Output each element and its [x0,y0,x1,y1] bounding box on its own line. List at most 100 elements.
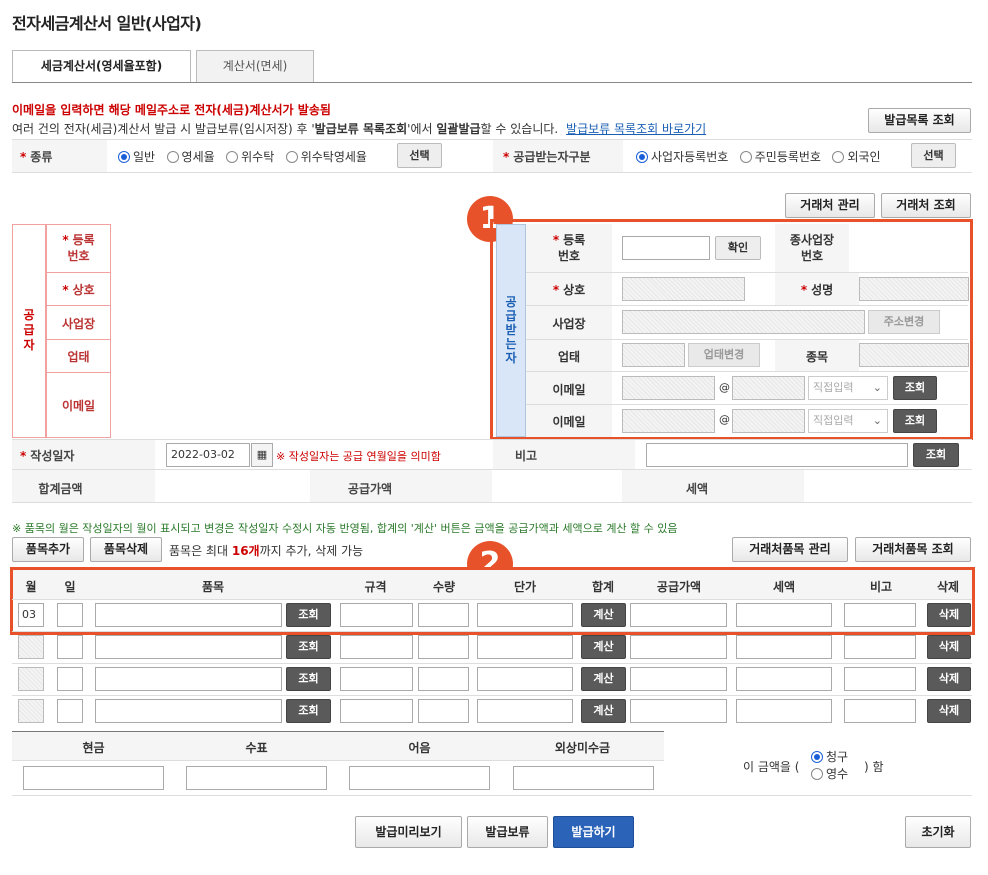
receiver-name-input[interactable] [622,277,745,301]
issue-list-button[interactable]: 발급목록 조회 [868,108,971,133]
item-spec-input[interactable] [340,667,413,691]
item-price-input[interactable] [477,635,573,659]
item-qty-input[interactable] [418,699,469,723]
item-calc-button[interactable]: 계산 [581,635,626,659]
item-remark-input[interactable] [844,699,916,723]
item-name-input[interactable] [95,635,282,659]
recv-type-radio-group[interactable]: 사업자등록번호 주민등록번호 외국인 [636,148,881,165]
item-spec-input[interactable] [340,699,413,723]
item-month-input[interactable] [18,699,44,723]
partner-item-search-button[interactable]: 거래처품목 조회 [855,537,971,562]
receiver-email1-id[interactable] [622,376,715,400]
item-name-input[interactable] [95,667,282,691]
receiver-ceo-input[interactable] [859,277,969,301]
item-month-input[interactable]: 03 [18,603,44,627]
tab-invoice[interactable]: 계산서(면세) [196,50,314,83]
pay-check-input[interactable] [186,766,327,790]
kind-select-button[interactable]: 선택 [397,143,442,168]
item-tax-input[interactable] [736,699,832,723]
item-calc-button[interactable]: 계산 [581,667,626,691]
hold-list-link[interactable]: 발급보류 목록조회 바로가기 [566,122,706,136]
kind-radio-group[interactable]: 일반 영세율 위수탁 위수탁영세율 [118,148,367,165]
item-price-input[interactable] [477,667,573,691]
supply-label: 공급가액 [347,482,393,496]
pay-opt-receipt[interactable]: 영수 [811,765,848,782]
item-delete-row-button[interactable]: 삭제 [927,699,971,723]
item-calc-button[interactable]: 계산 [581,699,626,723]
item-add-button[interactable]: 품목추가 [12,537,84,562]
reset-button[interactable]: 초기화 [905,816,971,848]
biz-change-button[interactable]: 업태변경 [688,343,760,367]
write-date-input[interactable]: 2022-03-02 [166,443,250,467]
item-name-input[interactable] [95,603,282,627]
receiver-regno-input[interactable] [622,236,710,260]
item-remark-input[interactable] [844,667,916,691]
pay-check-label: 수표 [245,741,268,755]
item-day-input[interactable] [57,635,83,659]
item-supply-input[interactable] [630,603,727,627]
receiver-email1-search[interactable]: 조회 [893,376,937,400]
remark-search-button[interactable]: 조회 [913,443,959,467]
item-spec-input[interactable] [340,635,413,659]
item-month-input[interactable] [18,667,44,691]
receiver-item-input[interactable] [859,343,969,367]
item-price-input[interactable] [477,699,573,723]
item-month-input[interactable] [18,635,44,659]
item-search-button[interactable]: 조회 [286,603,331,627]
receiver-email2-id[interactable] [622,409,715,433]
item-supply-input[interactable] [630,699,727,723]
item-delete-row-button[interactable]: 삭제 [927,603,971,627]
remark-input[interactable] [646,443,908,467]
partner-manage-button[interactable]: 거래처 관리 [785,193,875,218]
radio-icon [166,151,179,163]
item-spec-input[interactable] [340,603,413,627]
recv-type-select-button[interactable]: 선택 [911,143,956,168]
receiver-item-label: 종목 [805,350,829,364]
item-day-input[interactable] [57,699,83,723]
item-supply-input[interactable] [630,635,727,659]
item-supply-input[interactable] [630,667,727,691]
supplier-biz-label: 업태 [67,350,90,364]
preview-button[interactable]: 발급미리보기 [355,816,462,848]
item-price-input[interactable] [477,603,573,627]
receiver-email2-search[interactable]: 조회 [893,409,937,433]
item-remark-input[interactable] [844,635,916,659]
receiver-email1-select[interactable]: 직접입력 ⌄ [808,376,888,400]
item-qty-input[interactable] [418,667,469,691]
item-delete-row-button[interactable]: 삭제 [927,635,971,659]
item-search-button[interactable]: 조회 [286,699,331,723]
receiver-email2-select[interactable]: 직접입력 ⌄ [808,409,888,433]
receiver-email1-domain[interactable] [732,376,805,400]
item-name-input[interactable] [95,699,282,723]
pay-note-label: 어음 [408,741,431,755]
calendar-icon[interactable]: ▦ [251,443,273,467]
issue-button[interactable]: 발급하기 [553,816,634,848]
item-calc-button[interactable]: 계산 [581,603,626,627]
item-day-input[interactable] [57,667,83,691]
receiver-email2-domain[interactable] [732,409,805,433]
pay-cash-input[interactable] [23,766,164,790]
item-delete-button[interactable]: 품목삭제 [90,537,162,562]
item-qty-input[interactable] [418,603,469,627]
item-tax-input[interactable] [736,635,832,659]
item-delete-row-button[interactable]: 삭제 [927,667,971,691]
addr-change-button[interactable]: 주소변경 [868,310,940,334]
pay-note-input[interactable] [349,766,490,790]
tab-tax-invoice[interactable]: 세금계산서(영세율포함) [12,50,191,83]
receiver-addr-input[interactable] [622,310,865,334]
item-remark-input[interactable] [844,603,916,627]
hold-button[interactable]: 발급보류 [467,816,548,848]
receiver-regno-label: * 등록 번호 [552,233,586,263]
receiver-biz-input[interactable] [622,343,685,367]
pay-credit-input[interactable] [513,766,654,790]
receiver-confirm-button[interactable]: 확인 [715,236,761,260]
item-qty-input[interactable] [418,635,469,659]
item-tax-input[interactable] [736,667,832,691]
pay-opt-claim[interactable]: 청구 [811,748,848,765]
item-search-button[interactable]: 조회 [286,667,331,691]
item-search-button[interactable]: 조회 [286,635,331,659]
partner-item-manage-button[interactable]: 거래처품목 관리 [732,537,848,562]
partner-search-button[interactable]: 거래처 조회 [881,193,971,218]
item-tax-input[interactable] [736,603,832,627]
item-day-input[interactable] [57,603,83,627]
